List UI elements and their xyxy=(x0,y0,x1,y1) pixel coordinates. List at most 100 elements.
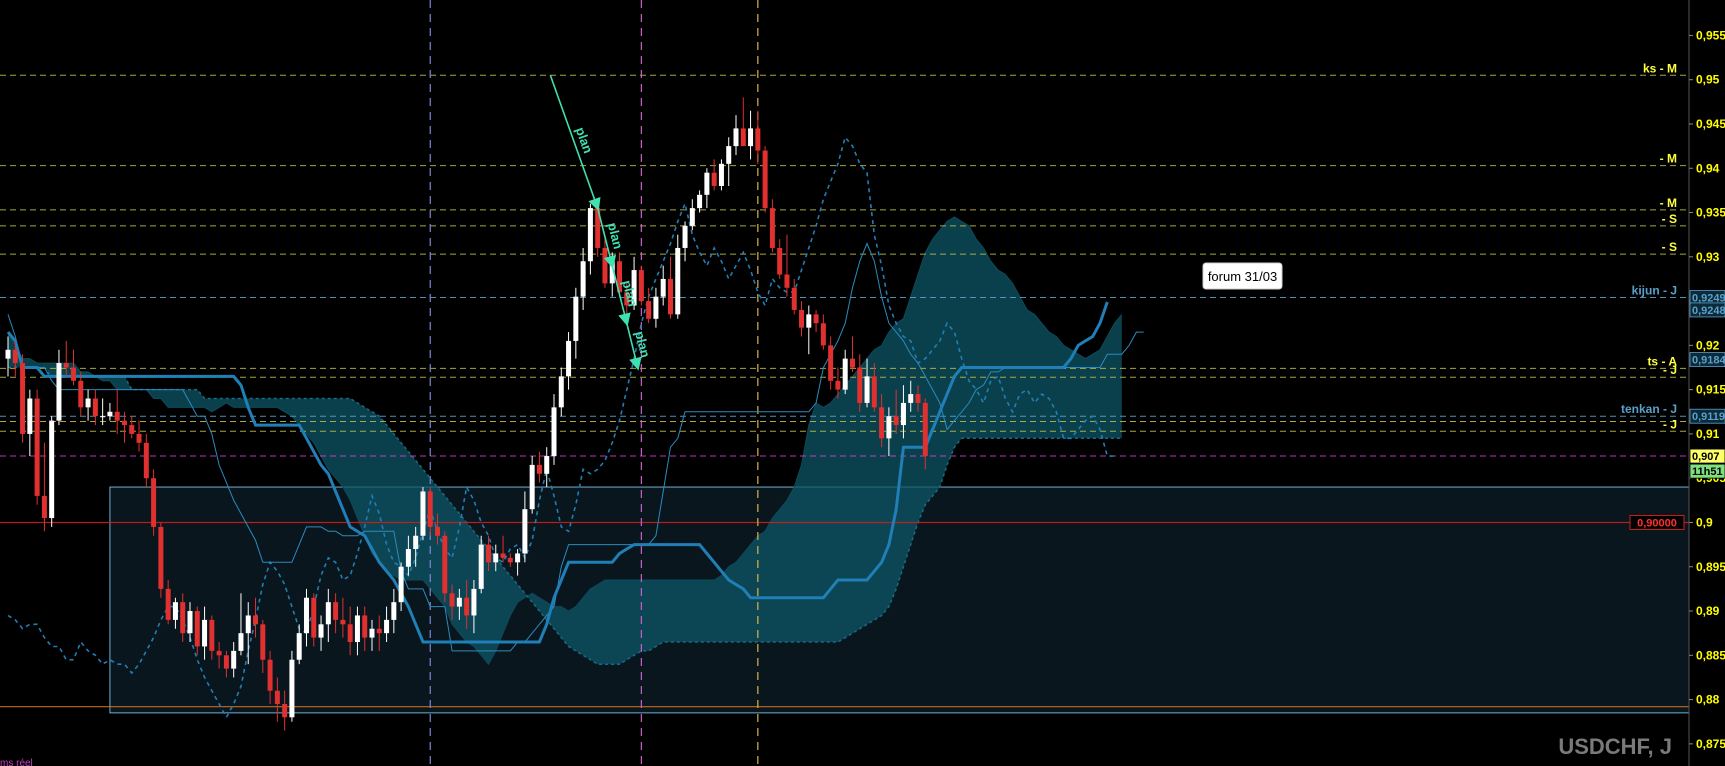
candle-body-92 xyxy=(675,247,681,315)
axis-tick-label-7: 0,91 xyxy=(1696,427,1720,441)
candle-body-72 xyxy=(529,464,535,510)
candle-body-108 xyxy=(791,287,797,310)
axis-tick-label-9: 0,92 xyxy=(1696,338,1720,352)
level-label-3: - S xyxy=(1662,212,1677,226)
candle-body-117 xyxy=(857,367,863,403)
candle-body-46 xyxy=(340,619,346,625)
level-label-1: - M xyxy=(1660,152,1677,166)
candle-body-99 xyxy=(726,146,732,164)
candle-body-18 xyxy=(136,433,142,443)
candle-body-51 xyxy=(376,628,382,634)
candle-body-10 xyxy=(78,380,84,408)
candle-body-42 xyxy=(311,597,317,638)
candle-body-49 xyxy=(362,615,368,638)
candle-body-105 xyxy=(769,208,775,248)
candle-body-102 xyxy=(748,128,754,147)
candle-body-126 xyxy=(922,402,928,457)
candle-body-119 xyxy=(871,376,877,408)
candle-body-114 xyxy=(835,380,841,390)
candle-body-58 xyxy=(427,491,433,527)
price-tag-text-2: 0,9184 xyxy=(1692,355,1725,367)
candle-body-32 xyxy=(238,633,244,651)
candle-body-44 xyxy=(325,602,331,625)
price-tag-text-4: 0,907 xyxy=(1692,451,1720,463)
level-label-0: ks - M xyxy=(1643,61,1677,75)
candle-body-82 xyxy=(602,247,608,284)
axis-tick-label-5: 0,9 xyxy=(1696,515,1713,529)
candle-body-59 xyxy=(435,526,441,536)
level-label-10: - J xyxy=(1663,417,1677,431)
candle-body-80 xyxy=(587,208,593,262)
candle-body-124 xyxy=(908,394,914,403)
candle-body-20 xyxy=(151,478,157,527)
candle-body-88 xyxy=(646,301,652,319)
candle-body-74 xyxy=(544,456,550,474)
candle-body-109 xyxy=(799,309,805,328)
candle-body-111 xyxy=(813,314,819,324)
candle-body-120 xyxy=(879,407,885,439)
candle-body-100 xyxy=(733,128,739,147)
candle-body-31 xyxy=(231,650,237,669)
candle-body-106 xyxy=(777,247,783,275)
candle-body-26 xyxy=(194,611,200,647)
candle-body-70 xyxy=(515,553,521,563)
axis-tick-label-14: 0,945 xyxy=(1696,117,1725,131)
candle-body-37 xyxy=(274,690,280,705)
candle-body-87 xyxy=(638,270,644,302)
price-chart[interactable]: planplanplanplan 0,8750,880,8850,890,895… xyxy=(0,0,1725,766)
candle-body-14 xyxy=(107,411,113,417)
candle-body-60 xyxy=(442,535,448,594)
candle-body-53 xyxy=(391,602,397,620)
candle-body-17 xyxy=(129,425,135,434)
candle-body-65 xyxy=(478,544,484,589)
candle-body-94 xyxy=(689,208,695,226)
level-label-5: kijun - J xyxy=(1632,284,1677,298)
candle-body-90 xyxy=(660,278,666,297)
axis-tick-label-4: 0,895 xyxy=(1696,560,1725,574)
candle-body-29 xyxy=(216,650,222,656)
candle-body-97 xyxy=(711,172,717,186)
candle-body-19 xyxy=(143,442,149,479)
footer-left-text: ms réel xyxy=(0,758,33,766)
candle-body-103 xyxy=(755,128,761,151)
candle-body-13 xyxy=(100,416,106,418)
forum-callout[interactable]: forum 31/03 xyxy=(1202,262,1283,290)
candle-body-30 xyxy=(223,655,229,669)
axis-tick-label-13: 0,94 xyxy=(1696,161,1720,175)
candle-body-9 xyxy=(71,367,77,381)
candle-body-56 xyxy=(413,535,419,550)
candle-body-57 xyxy=(420,491,426,536)
candle-body-47 xyxy=(347,624,353,643)
candle-body-113 xyxy=(828,345,834,381)
candle-body-2 xyxy=(20,363,26,434)
candle-body-38 xyxy=(282,704,288,718)
candle-body-75 xyxy=(551,407,557,457)
candle-body-3 xyxy=(27,398,33,434)
candle-body-71 xyxy=(522,509,528,554)
candle-body-33 xyxy=(245,615,251,634)
candle-body-79 xyxy=(580,261,586,297)
candle-body-25 xyxy=(187,611,193,634)
candle-body-23 xyxy=(172,602,178,620)
candle-body-8 xyxy=(63,363,69,368)
candle-body-122 xyxy=(893,416,899,426)
axis-tick-label-2: 0,885 xyxy=(1696,648,1725,662)
candle-body-61 xyxy=(449,593,455,607)
candle-body-12 xyxy=(92,398,98,417)
candle-body-63 xyxy=(464,597,470,616)
candle-body-0 xyxy=(5,349,11,359)
candle-body-48 xyxy=(354,615,360,643)
symbol-label: USDCHF, J xyxy=(1558,734,1672,759)
candle-body-77 xyxy=(566,340,572,377)
candle-body-118 xyxy=(864,376,870,403)
candle-body-91 xyxy=(667,278,673,315)
candle-body-64 xyxy=(471,588,477,616)
candle-body-121 xyxy=(886,416,892,439)
candle-body-123 xyxy=(900,402,906,426)
candle-body-95 xyxy=(697,194,703,209)
level-label-4: - S xyxy=(1662,240,1677,254)
axis-tick-label-0: 0,875 xyxy=(1696,737,1725,751)
candle-body-6 xyxy=(49,420,55,519)
candle-body-54 xyxy=(398,566,404,603)
candle-body-45 xyxy=(333,602,339,620)
